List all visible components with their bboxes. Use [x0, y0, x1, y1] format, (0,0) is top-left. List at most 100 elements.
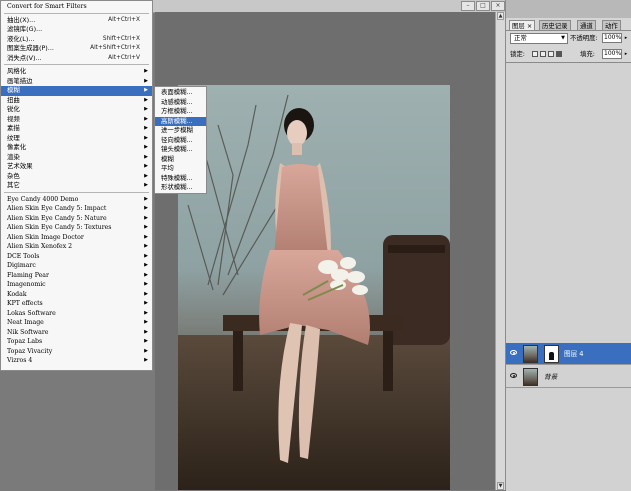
filter-menu-item[interactable]: 模糊 ▶ [1, 86, 152, 96]
blur-submenu-item[interactable]: 方框模糊... [155, 107, 206, 117]
filter-menu-item[interactable]: 渲染 ▶ [1, 153, 152, 163]
filter-menu-item[interactable]: Neat Image ▶ [1, 318, 152, 328]
blur-submenu-item[interactable]: 形状模糊... [155, 183, 206, 193]
filter-menu-item[interactable]: Flaming Pear ▶ [1, 271, 152, 281]
fill-dropdown-icon[interactable]: ▸ [623, 49, 629, 59]
menu-separator [4, 12, 149, 14]
menu-item-label: Imagenomic [7, 281, 46, 288]
photo-canvas-image[interactable] [178, 85, 450, 490]
blur-submenu-item[interactable]: 进一步模糊 [155, 126, 206, 136]
menu-item-label: Digimarc [7, 262, 36, 269]
scroll-up-icon[interactable]: ▲ [497, 12, 504, 20]
lock-transparent-icon[interactable] [532, 51, 538, 57]
filter-menu-item[interactable]: 其它 ▶ [1, 181, 152, 191]
filter-menu-item[interactable]: 画笔描边 ▶ [1, 77, 152, 87]
maximize-icon[interactable]: □ [476, 1, 490, 11]
filter-menu-item[interactable]: 纹理 ▶ [1, 134, 152, 144]
filter-menu-item[interactable]: 杂色 ▶ [1, 172, 152, 182]
menu-item-label: Convert for Smart Filters [7, 3, 87, 10]
menu-item-label: DCE Tools [7, 252, 40, 260]
tab-channels[interactable]: 通道 [577, 20, 596, 30]
submenu-arrow-icon: ▶ [144, 262, 148, 268]
menu-item-label: Alien Skin Xenofex 2 [7, 243, 73, 250]
submenu-arrow-icon: ▶ [144, 233, 148, 240]
filter-menu-item[interactable]: Nik Software ▶ [1, 328, 152, 338]
eye-icon[interactable] [510, 373, 517, 378]
lock-all-icon[interactable] [556, 51, 562, 57]
filter-menu-item[interactable]: 液化(L)... Shift+Ctrl+X [1, 35, 152, 45]
menu-item-label: 抽出(X)... [7, 15, 36, 24]
filter-menu-item[interactable]: 扭曲 ▶ [1, 96, 152, 106]
filter-menu-item[interactable]: Alien Skin Eye Candy 5: Nature ▶ [1, 214, 152, 224]
menu-item-label: Alien Skin Eye Candy 5: Nature [7, 214, 107, 222]
menu-item-label: 视频 [7, 114, 20, 123]
close-icon[interactable]: × [491, 1, 505, 11]
layer-row-background[interactable]: 背景 [506, 366, 631, 388]
blur-submenu-item[interactable]: 动感模糊... [155, 98, 206, 108]
blur-submenu-item[interactable]: 表面模糊... [155, 88, 206, 98]
filter-menu-item[interactable]: Imagenomic ▶ [1, 280, 152, 290]
filter-menu-item[interactable]: DCE Tools ▶ [1, 252, 152, 262]
submenu-arrow-icon: ▶ [144, 357, 148, 363]
submenu-arrow-icon: ▶ [144, 172, 148, 179]
filter-menu-item[interactable]: Eye Candy 4000 Demo ▶ [1, 195, 152, 205]
submenu-arrow-icon: ▶ [144, 319, 148, 325]
opacity-dropdown-icon[interactable]: ▸ [623, 33, 629, 43]
fill-input[interactable]: 100% [602, 49, 622, 59]
submenu-arrow-icon: ▶ [144, 309, 148, 316]
fill-label: 填充: [580, 50, 595, 58]
filter-menu-item[interactable]: 素描 ▶ [1, 124, 152, 134]
filter-menu-item[interactable]: Lokas Software ▶ [1, 309, 152, 319]
layer-mask-thumbnail[interactable] [544, 345, 559, 363]
filter-menu-item[interactable]: Alien Skin Eye Candy 5: Textures ▶ [1, 223, 152, 233]
filter-menu-item[interactable]: Topaz Labs ▶ [1, 337, 152, 347]
filter-menu-item[interactable]: Kodak ▶ [1, 290, 152, 300]
filter-menu-item[interactable]: Digimarc ▶ [1, 261, 152, 271]
filter-menu-item[interactable]: Alien Skin Xenofex 2 ▶ [1, 242, 152, 252]
tab-history[interactable]: 历史记录 [539, 20, 571, 30]
blur-submenu-item[interactable]: 平均 [155, 164, 206, 174]
lock-image-icon[interactable] [540, 51, 546, 57]
tab-layers[interactable]: 图层 × [509, 20, 536, 30]
lock-position-icon[interactable] [548, 51, 554, 57]
eye-icon[interactable] [510, 350, 517, 355]
filter-menu-item[interactable]: 图案生成器(P)... Alt+Shift+Ctrl+X [1, 44, 152, 54]
minimize-icon[interactable]: – [461, 1, 475, 11]
filter-menu-item[interactable]: 滤镜库(G)... [1, 25, 152, 35]
filter-menu-item[interactable]: 像素化 ▶ [1, 143, 152, 153]
submenu-arrow-icon: ▶ [144, 271, 148, 278]
filter-menu-item[interactable]: Alien Skin Eye Candy 5: Impact ▶ [1, 204, 152, 214]
menu-item-shortcut: Alt+Ctrl+V [108, 54, 140, 61]
filter-menu-item[interactable]: 风格化 ▶ [1, 67, 152, 77]
filter-menu-item[interactable]: 锐化 ▶ [1, 105, 152, 115]
filter-menu-item[interactable]: Topaz Vivacity ▶ [1, 347, 152, 357]
submenu-arrow-icon: ▶ [144, 106, 148, 112]
canvas-vertical-scrollbar[interactable]: ▲ ▼ [495, 12, 505, 490]
layer-row-layer4[interactable]: 图层 4 [506, 343, 631, 365]
opacity-input[interactable]: 100% [602, 33, 622, 43]
blur-submenu-item[interactable]: 模糊 [155, 155, 206, 165]
blur-submenu-item[interactable]: 高斯模糊... [155, 116, 206, 126]
menu-item-label: 滤镜库(G)... [7, 25, 43, 33]
blur-submenu-item[interactable]: 镜头模糊... [155, 145, 206, 155]
blur-submenu-item[interactable]: 径向模糊... [155, 136, 206, 146]
layer-name[interactable]: 图层 4 [564, 349, 583, 359]
filter-menu-item[interactable]: 艺术效果 ▶ [1, 162, 152, 172]
filter-menu-item[interactable]: Vizros 4 ▶ [1, 356, 152, 366]
filter-menu-item[interactable]: Convert for Smart Filters [1, 2, 152, 12]
filter-menu-item[interactable]: 视频 ▶ [1, 115, 152, 125]
menu-item-shortcut: Alt+Shift+Ctrl+X [90, 45, 140, 51]
blur-submenu-item[interactable]: 特殊模糊... [155, 174, 206, 184]
layer-name[interactable]: 背景 [544, 372, 557, 382]
filter-menu-item[interactable]: 抽出(X)... Alt+Ctrl+X [1, 16, 152, 26]
submenu-arrow-icon: ▶ [144, 163, 148, 169]
filter-menu-item[interactable]: 消失点(V)... Alt+Ctrl+V [1, 54, 152, 64]
scroll-down-icon[interactable]: ▼ [497, 482, 504, 490]
submenu-arrow-icon: ▶ [144, 243, 148, 249]
blend-mode-select[interactable]: 正常 ▼ [510, 33, 568, 44]
menu-item-label: 像素化 [7, 143, 27, 151]
tab-actions[interactable]: 动作 [602, 20, 621, 30]
filter-menu-item[interactable]: Alien Skin Image Doctor ▶ [1, 233, 152, 243]
filter-menu-item[interactable]: KPT effects ▶ [1, 299, 152, 309]
menu-item-label: 素描 [7, 124, 20, 132]
